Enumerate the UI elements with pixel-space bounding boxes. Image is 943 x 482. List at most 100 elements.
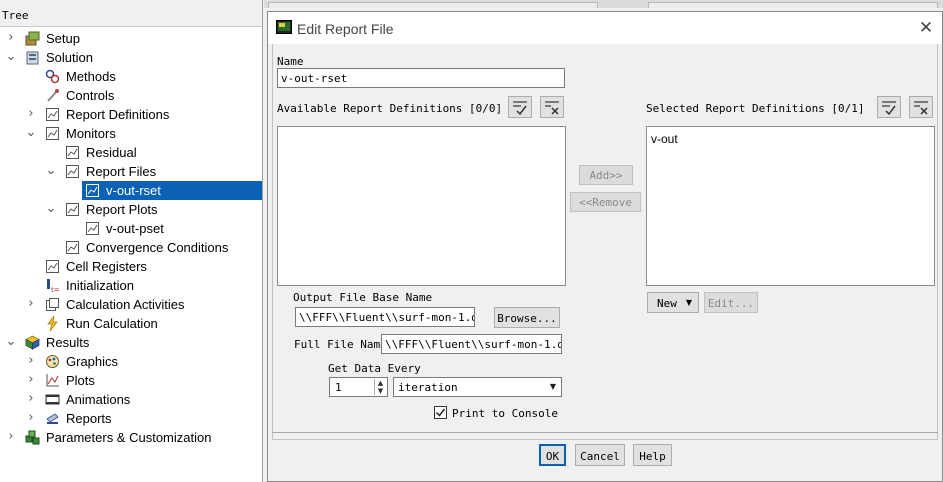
chevron-right-icon[interactable]: › — [25, 373, 37, 387]
select-all-available-button[interactable] — [508, 96, 532, 118]
selected-definitions-list[interactable]: v-out — [646, 126, 935, 286]
chevron-down-icon[interactable]: ⌄ — [45, 202, 57, 216]
selected-definitions-label: Selected Report Definitions [0/1] — [646, 102, 865, 115]
tree-item-label: Monitors — [66, 126, 116, 141]
tree-item-label: Controls — [66, 88, 115, 103]
edit-button[interactable]: Edit... — [704, 292, 758, 313]
tree-item-methods[interactable]: Methods — [0, 67, 262, 86]
calculation-activities-icon — [45, 297, 60, 312]
chevron-right-icon[interactable]: › — [5, 430, 17, 444]
tree-item-label: Parameters & Customization — [46, 430, 212, 445]
controls-icon — [45, 88, 60, 103]
chevron-down-icon[interactable]: ⌄ — [45, 164, 57, 178]
tree-item-cell-registers[interactable]: Cell Registers — [0, 257, 262, 276]
tree-item-label: Convergence Conditions — [86, 240, 229, 255]
report-definitions-icon — [45, 107, 60, 122]
chevron-right-icon[interactable]: › — [25, 107, 37, 121]
tree-panel: Tree › Setup ⌄ Solution Methods Controls… — [0, 0, 263, 482]
residual-icon — [65, 145, 80, 160]
deselect-all-selected-button[interactable] — [909, 96, 933, 118]
output-base-name-input[interactable]: \\FFF\\Fluent\\surf-mon-1.out — [295, 307, 475, 327]
chevron-right-icon[interactable]: › — [25, 411, 37, 425]
chevron-right-icon[interactable]: › — [25, 392, 37, 406]
chevron-down-icon[interactable]: ⌄ — [5, 50, 17, 64]
background-tab — [268, 2, 598, 8]
results-icon — [25, 335, 40, 350]
print-to-console-label: Print to Console — [452, 407, 558, 420]
spinner-icon[interactable]: ▲ ▼ — [374, 379, 386, 395]
parameters-icon — [25, 430, 40, 445]
select-all-icon — [509, 101, 531, 120]
cancel-button[interactable]: Cancel — [575, 444, 625, 466]
chevron-right-icon[interactable]: › — [5, 31, 17, 45]
reports-icon — [45, 411, 60, 426]
chevron-down-icon: ▼ — [549, 382, 556, 391]
tree-item-label: Reports — [66, 411, 112, 426]
chevron-right-icon[interactable]: › — [25, 354, 37, 368]
close-icon[interactable]: ✕ — [916, 18, 936, 38]
tree-item-label: Residual — [86, 145, 137, 160]
background-window-strip — [264, 0, 943, 8]
tree-item-residual[interactable]: Residual — [0, 143, 262, 162]
help-button[interactable]: Help — [633, 444, 672, 466]
get-data-unit-select[interactable]: iteration ▼ — [393, 377, 562, 397]
tree-item-initialization[interactable]: t=0 Initialization — [0, 276, 262, 295]
ok-button[interactable]: OK — [539, 444, 566, 466]
chevron-down-icon[interactable]: ⌄ — [25, 126, 37, 140]
tree-item-label: Setup — [46, 31, 80, 46]
deselect-all-icon — [910, 101, 932, 120]
browse-button[interactable]: Browse... — [494, 307, 560, 328]
tree-item-setup[interactable]: › Setup — [0, 29, 262, 48]
select-all-selected-button[interactable] — [877, 96, 901, 118]
name-input[interactable]: v-out-rset — [277, 68, 565, 88]
tree-item-report-files[interactable]: ⌄ Report Files — [0, 162, 262, 181]
report-files-icon — [65, 164, 80, 179]
available-definitions-label: Available Report Definitions [0/0] — [277, 102, 503, 115]
output-base-name-label: Output File Base Name — [293, 291, 433, 304]
tree-item-label: Graphics — [66, 354, 119, 369]
tree-item-v-out-rset[interactable]: v-out-rset — [82, 181, 262, 200]
tree-item-label: Initialization — [66, 278, 134, 293]
tree-item-monitors[interactable]: ⌄ Monitors — [0, 124, 262, 143]
remove-button[interactable]: <<Remove — [570, 192, 641, 212]
get-data-unit-value: iteration — [398, 381, 458, 394]
tree-item-reports[interactable]: › Reports — [0, 409, 262, 428]
tree-item-solution[interactable]: ⌄ Solution — [0, 48, 262, 67]
get-data-every-value: 1 — [335, 381, 342, 394]
tree-item-label: Results — [46, 335, 90, 350]
new-button-label: New — [657, 297, 677, 310]
tree-item-controls[interactable]: Controls — [0, 86, 262, 105]
full-file-name-input[interactable]: \\FFF\\Fluent\\surf-mon-1.out — [381, 334, 562, 354]
tree-item-run-calculation[interactable]: Run Calculation — [0, 314, 262, 333]
tree-item-label: Plots — [66, 373, 95, 388]
tree-item-graphics[interactable]: › Graphics — [0, 352, 262, 371]
tree-item-label: v-out-rset — [106, 183, 161, 198]
tree-item-v-out-pset[interactable]: v-out-pset — [0, 219, 262, 238]
tree-item-report-definitions[interactable]: › Report Definitions — [0, 105, 262, 124]
deselect-all-available-button[interactable] — [540, 96, 564, 118]
chevron-right-icon[interactable]: › — [25, 297, 37, 311]
tree-item-parameters-customization[interactable]: › Parameters & Customization — [0, 428, 262, 447]
footer-separator — [272, 432, 938, 433]
tree-item-label: Cell Registers — [66, 259, 147, 274]
dialog-titlebar[interactable]: Edit Report File ✕ — [268, 12, 942, 44]
solution-icon — [25, 50, 40, 65]
tree-item-report-plots[interactable]: ⌄ Report Plots — [0, 200, 262, 219]
graphics-icon — [45, 354, 60, 369]
add-button[interactable]: Add>> — [579, 165, 633, 185]
tree-item-plots[interactable]: › Plots — [0, 371, 262, 390]
tree-item-convergence-conditions[interactable]: Convergence Conditions — [0, 238, 262, 257]
get-data-every-input[interactable]: 1 ▲ ▼ — [329, 377, 388, 397]
tree-item-label: Report Plots — [86, 202, 158, 217]
list-item[interactable]: v-out — [651, 132, 678, 146]
tree-item-calculation-activities[interactable]: › Calculation Activities — [0, 295, 262, 314]
print-to-console-checkbox[interactable] — [434, 406, 447, 419]
tree-item-results[interactable]: ⌄ Results — [0, 333, 262, 352]
report-plot-icon — [85, 221, 100, 236]
tree-item-label: Methods — [66, 69, 116, 84]
new-dropdown-button[interactable]: New ▼ — [647, 292, 699, 313]
tree-item-label: Animations — [66, 392, 131, 407]
chevron-down-icon[interactable]: ⌄ — [5, 335, 17, 349]
available-definitions-list[interactable] — [277, 126, 566, 286]
tree-item-animations[interactable]: › Animations — [0, 390, 262, 409]
